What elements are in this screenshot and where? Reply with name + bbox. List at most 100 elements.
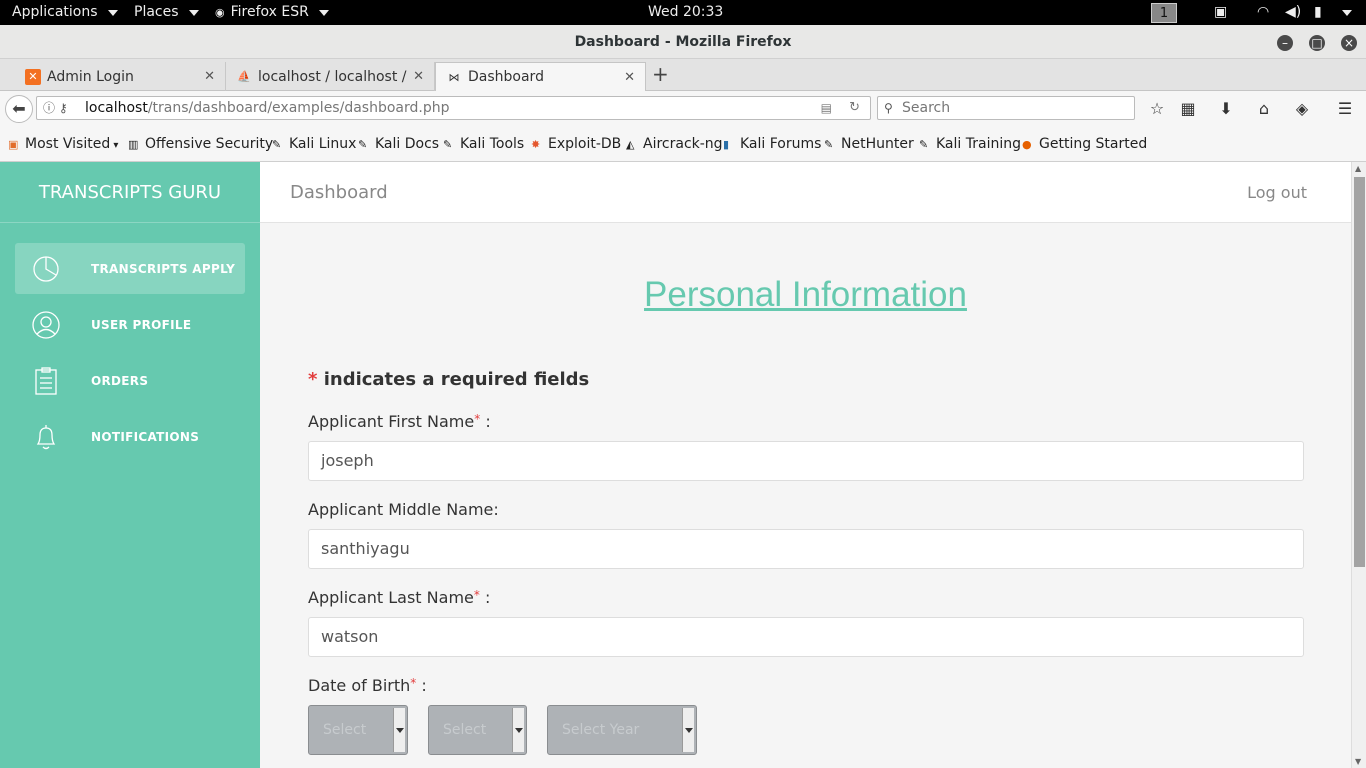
chevron-down-icon <box>188 9 199 16</box>
close-tab-icon[interactable]: ✕ <box>413 69 424 84</box>
places-menu[interactable]: Places <box>134 0 199 25</box>
close-tab-icon[interactable]: ✕ <box>204 69 215 84</box>
required-star: * <box>473 588 480 602</box>
battery-icon[interactable]: ▮ <box>1314 0 1322 25</box>
user-icon <box>32 310 60 339</box>
required-star: * <box>474 412 481 426</box>
bookmark-kali-tools[interactable]: ✎ Kali Tools <box>443 127 524 162</box>
bookmark-offensive-security[interactable]: ▥ Offensive Security <box>128 127 273 162</box>
bookmark-kali-docs[interactable]: ✎ Kali Docs <box>358 127 439 162</box>
workspace-indicator[interactable]: 1 <box>1151 3 1177 23</box>
reader-view-icon[interactable]: ▤ <box>821 97 832 119</box>
search-placeholder: Search <box>902 100 951 116</box>
pocket-icon[interactable]: ◈ <box>1292 99 1312 118</box>
scroll-down-icon[interactable]: ▼ <box>1355 757 1361 766</box>
window-title: Dashboard - Mozilla Firefox <box>574 34 792 50</box>
sidebar-item-orders[interactable]: ORDERS <box>15 355 245 406</box>
firefox-app-menu[interactable]: ◉ Firefox ESR <box>215 0 329 25</box>
dob-day-select[interactable]: Select <box>308 705 408 755</box>
bookmark-getting-started[interactable]: ● Getting Started <box>1022 127 1147 162</box>
clipboard-icon <box>35 366 57 395</box>
home-icon[interactable]: ⌂ <box>1254 99 1274 118</box>
phpmyadmin-icon: ⛵ <box>237 70 251 83</box>
logout-link[interactable]: Log out <box>1247 162 1307 223</box>
tab-admin-login[interactable]: ✕ Admin Login ✕ <box>15 62 226 91</box>
first-name-input[interactable]: joseph <box>308 441 1304 481</box>
sidebar-item-label: NOTIFICATIONS <box>91 429 200 444</box>
camera-icon[interactable]: ▣ <box>1214 0 1227 25</box>
bookmark-exploit-db[interactable]: ✸ Exploit-DB <box>531 127 621 162</box>
page-title: Dashboard <box>290 182 388 203</box>
tab-label: Admin Login <box>47 68 134 85</box>
volume-icon[interactable]: ◀) <box>1285 0 1301 25</box>
brand-logo[interactable]: TRANSCRIPTS GURU <box>0 162 260 223</box>
dob-year-value: Select Year <box>562 722 640 738</box>
dob-year-select[interactable]: Select Year <box>547 705 697 755</box>
sidebar-item-notifications[interactable]: NOTIFICATIONS <box>15 411 245 462</box>
bookmark-label: Kali Docs <box>375 136 440 152</box>
bookmark-kali-forums[interactable]: ▮ Kali Forums <box>723 127 821 162</box>
label-colon: : <box>484 588 491 607</box>
url-bar[interactable]: ⓘ ⚷ localhost/trans/dashboard/examples/d… <box>36 96 871 120</box>
reload-icon[interactable]: ↻ <box>849 97 860 119</box>
folder-icon: ▣ <box>8 138 19 151</box>
middle-name-input[interactable]: santhiyagu <box>308 529 1304 569</box>
scroll-up-icon[interactable]: ▲ <box>1355 164 1361 173</box>
maximize-icon[interactable]: □ <box>1309 35 1325 51</box>
firefox-icon: ● <box>1022 138 1032 151</box>
bookmark-kali-training[interactable]: ✎ Kali Training <box>919 127 1021 162</box>
bookmark-label: Offensive Security <box>145 136 274 152</box>
system-menu-chevron-icon[interactable] <box>1338 0 1352 25</box>
bookmark-star-icon[interactable]: ☆ <box>1147 99 1167 118</box>
new-tab-button[interactable]: + <box>652 62 669 86</box>
close-window-icon[interactable]: × <box>1341 35 1357 51</box>
dob-label: Date of Birth* : <box>308 676 427 695</box>
last-name-label-text: Applicant Last Name <box>308 588 474 607</box>
url-host: localhost <box>85 100 148 116</box>
required-note-text: indicates a required fields <box>323 369 590 390</box>
applications-menu[interactable]: Applications <box>12 0 118 25</box>
back-button[interactable]: ⬅ <box>5 95 33 123</box>
bookmark-most-visited[interactable]: ▣ Most Visited ▾ <box>8 127 118 162</box>
clock[interactable]: Wed 20:33 <box>648 0 723 25</box>
tab-dashboard[interactable]: ⋈ Dashboard ✕ <box>435 62 646 91</box>
main-content: Personal Information * indicates a requi… <box>260 223 1351 768</box>
offsec-icon: ▥ <box>128 138 139 151</box>
pie-chart-icon <box>33 255 59 282</box>
chevron-down-icon <box>682 708 694 752</box>
bookmark-aircrack[interactable]: ◭ Aircrack-ng <box>626 127 723 162</box>
dob-month-select[interactable]: Select <box>428 705 527 755</box>
xampp-icon: ✕ <box>25 68 41 85</box>
navigation-toolbar: ⬅ ⓘ ⚷ localhost/trans/dashboard/examples… <box>0 91 1366 127</box>
scrollbar-thumb[interactable] <box>1354 177 1365 567</box>
bookmark-label: NetHunter <box>841 136 914 152</box>
bookmark-label: Most Visited <box>25 136 111 152</box>
bookmark-label: Kali Linux <box>289 136 357 152</box>
sidebar-item-user-profile[interactable]: USER PROFILE <box>15 299 245 350</box>
required-note: * indicates a required fields <box>308 369 589 390</box>
close-tab-icon[interactable]: ✕ <box>624 70 635 85</box>
firefox-app-label: Firefox ESR <box>230 4 309 20</box>
dob-label-text: Date of Birth <box>308 676 411 695</box>
kali-icon: ✎ <box>919 138 929 151</box>
last-name-input[interactable]: watson <box>308 617 1304 657</box>
chevron-down-icon <box>393 708 405 752</box>
page-scrollbar[interactable]: ▲ ▼ <box>1351 162 1366 768</box>
kali-forums-icon: ▮ <box>723 138 730 151</box>
sidebar-item-transcripts-apply[interactable]: TRANSCRIPTS APPLY <box>15 243 245 294</box>
hamburger-menu-icon[interactable]: ☰ <box>1335 99 1355 118</box>
tab-phpmyadmin[interactable]: ⛵ localhost / localhost /... ✕ <box>226 62 435 91</box>
download-icon[interactable]: ⬇ <box>1216 99 1236 118</box>
middle-name-label: Applicant Middle Name: <box>308 500 499 519</box>
wifi-icon[interactable]: ◠ <box>1257 0 1269 25</box>
bookmark-kali-linux[interactable]: ✎ Kali Linux <box>272 127 356 162</box>
bookmarks-toolbar: ▣ Most Visited ▾ ▥ Offensive Security ✎ Kal… <box>0 127 1366 162</box>
search-input[interactable]: ⚲ Search <box>877 96 1135 120</box>
bookmark-label: Getting Started <box>1039 136 1148 152</box>
chevron-down-icon <box>107 9 118 16</box>
bookmark-nethunter[interactable]: ✎ NetHunter <box>824 127 914 162</box>
reading-list-icon[interactable]: ▦ <box>1178 99 1198 118</box>
site-info-icon[interactable]: ⓘ ⚷ <box>43 97 68 119</box>
minimize-icon[interactable]: – <box>1277 35 1293 51</box>
kali-icon: ✎ <box>824 138 834 151</box>
